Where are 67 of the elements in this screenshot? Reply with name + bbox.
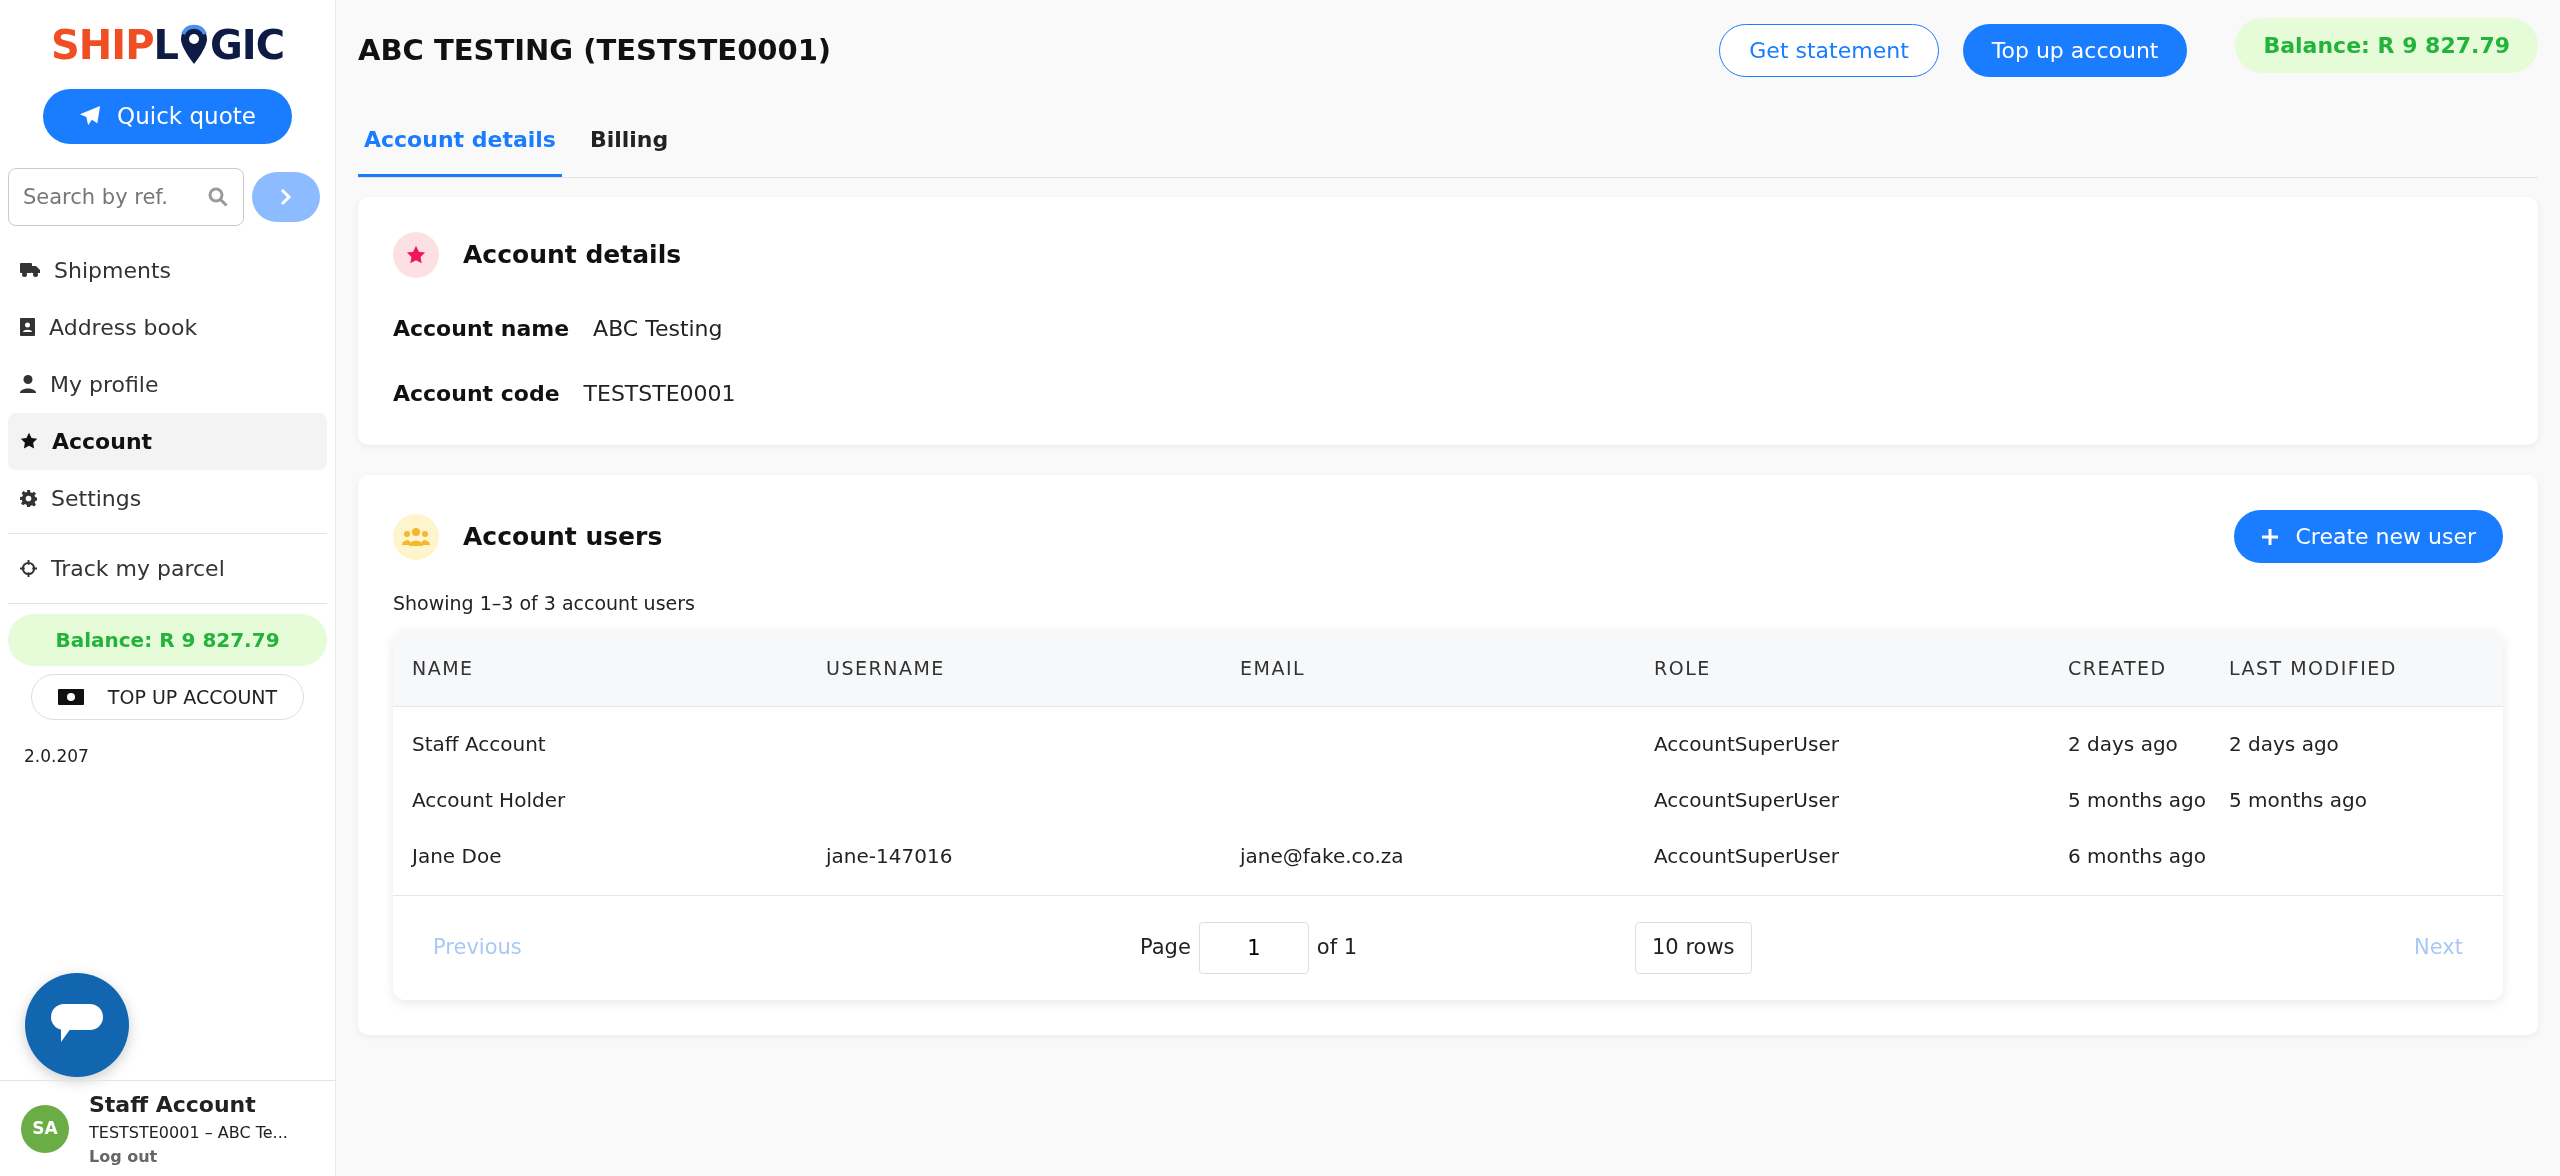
people-group-icon: [402, 526, 430, 547]
nav-item[interactable]: Shipments: [8, 241, 327, 299]
column-header: USERNAME: [807, 629, 1221, 707]
statement-button[interactable]: Get statement: [1719, 24, 1939, 77]
page-label: Page: [1140, 934, 1191, 962]
rows-per-page-select[interactable]: 10 rows: [1635, 922, 1752, 974]
table-cell-text: jane-147016: [824, 843, 954, 870]
track-parcel-link[interactable]: Track my parcel: [8, 539, 327, 597]
tab[interactable]: Account details: [358, 115, 562, 177]
column-header: LAST MODIFIED: [2210, 629, 2503, 707]
balance-badge: Balance: R 9 827.79: [8, 613, 327, 666]
field-label: Account name: [393, 315, 570, 343]
top-up-button[interactable]: Top up account: [1962, 24, 2188, 77]
top-up-button[interactable]: TOP UP ACCOUNT: [30, 673, 305, 720]
table-cell-text: Account Holder: [411, 787, 567, 814]
star-icon: [20, 432, 38, 450]
contact-book-icon: [20, 318, 35, 336]
search-icon: [208, 186, 228, 207]
user-avatar: SA: [21, 1104, 69, 1153]
plus-icon: [2261, 527, 2280, 546]
nav-item[interactable]: My profile: [8, 355, 327, 413]
person-icon: [20, 375, 36, 393]
nav-item[interactable]: Account: [8, 412, 327, 470]
card-title: Account details: [463, 239, 682, 272]
column-header: ROLE: [1635, 629, 2049, 707]
card-title: Account users: [463, 520, 663, 553]
page-input[interactable]: 1: [1198, 922, 1309, 974]
table-cell-text: 5 months ago: [2067, 787, 2207, 814]
nav-item[interactable]: Settings: [8, 469, 327, 527]
column-header: EMAIL: [1221, 629, 1635, 707]
table-cell-text: 6 months ago: [2067, 843, 2207, 870]
logout-link[interactable]: Log out: [89, 1145, 288, 1169]
table-cell-text: jane@fake.co.za: [1238, 843, 1405, 870]
star-icon: [406, 245, 426, 265]
column-header: CREATED: [2049, 629, 2210, 707]
page-count: of 1: [1316, 934, 1358, 962]
banknote-icon: [57, 688, 84, 705]
field-value: ABC Testing: [593, 315, 723, 343]
version-label: 2.0.207: [24, 745, 90, 768]
paper-plane-icon: [79, 105, 102, 128]
chat-button[interactable]: [25, 973, 129, 1077]
logo: SHIPL GIC: [50, 24, 285, 65]
field-label: Account code: [393, 380, 560, 408]
table-cell: AccountSuperUser: [1635, 706, 2049, 772]
tab[interactable]: Billing: [583, 115, 675, 177]
balance-badge: Balance: R 9 827.79: [2235, 18, 2538, 73]
results-summary: Showing 1–3 of 3 account users: [393, 591, 696, 616]
crosshair-icon: [20, 559, 37, 577]
page-title: ABC TESTING (TESTSTE0001): [358, 31, 832, 69]
table-cell: Staff Account: [393, 706, 807, 772]
quick-quote-button[interactable]: Quick quote: [43, 89, 292, 144]
table-cell-text: AccountSuperUser: [1653, 843, 1840, 870]
account-subtitle: TESTSTE0001 – ABC Te...: [89, 1122, 288, 1144]
search-field[interactable]: Search by ref.: [8, 167, 244, 226]
table-cell: 2 days ago: [2049, 706, 2210, 772]
truck-icon: [20, 262, 40, 278]
nav-item[interactable]: Address book: [8, 298, 327, 356]
create-user-button[interactable]: Create new user: [2234, 510, 2503, 563]
user-name: Staff Account: [89, 1091, 257, 1119]
table-cell-text: AccountSuperUser: [1653, 787, 1840, 814]
field-value: TESTSTE0001: [583, 380, 736, 408]
table-cell-text: 5 months ago: [2228, 787, 2368, 814]
chevron-right-icon: [280, 187, 292, 206]
column-header: NAME: [393, 629, 807, 707]
table-cell-text: Jane Doe: [410, 843, 503, 870]
gear-icon: [20, 489, 37, 507]
table-cell: 2 days ago: [2210, 706, 2503, 772]
